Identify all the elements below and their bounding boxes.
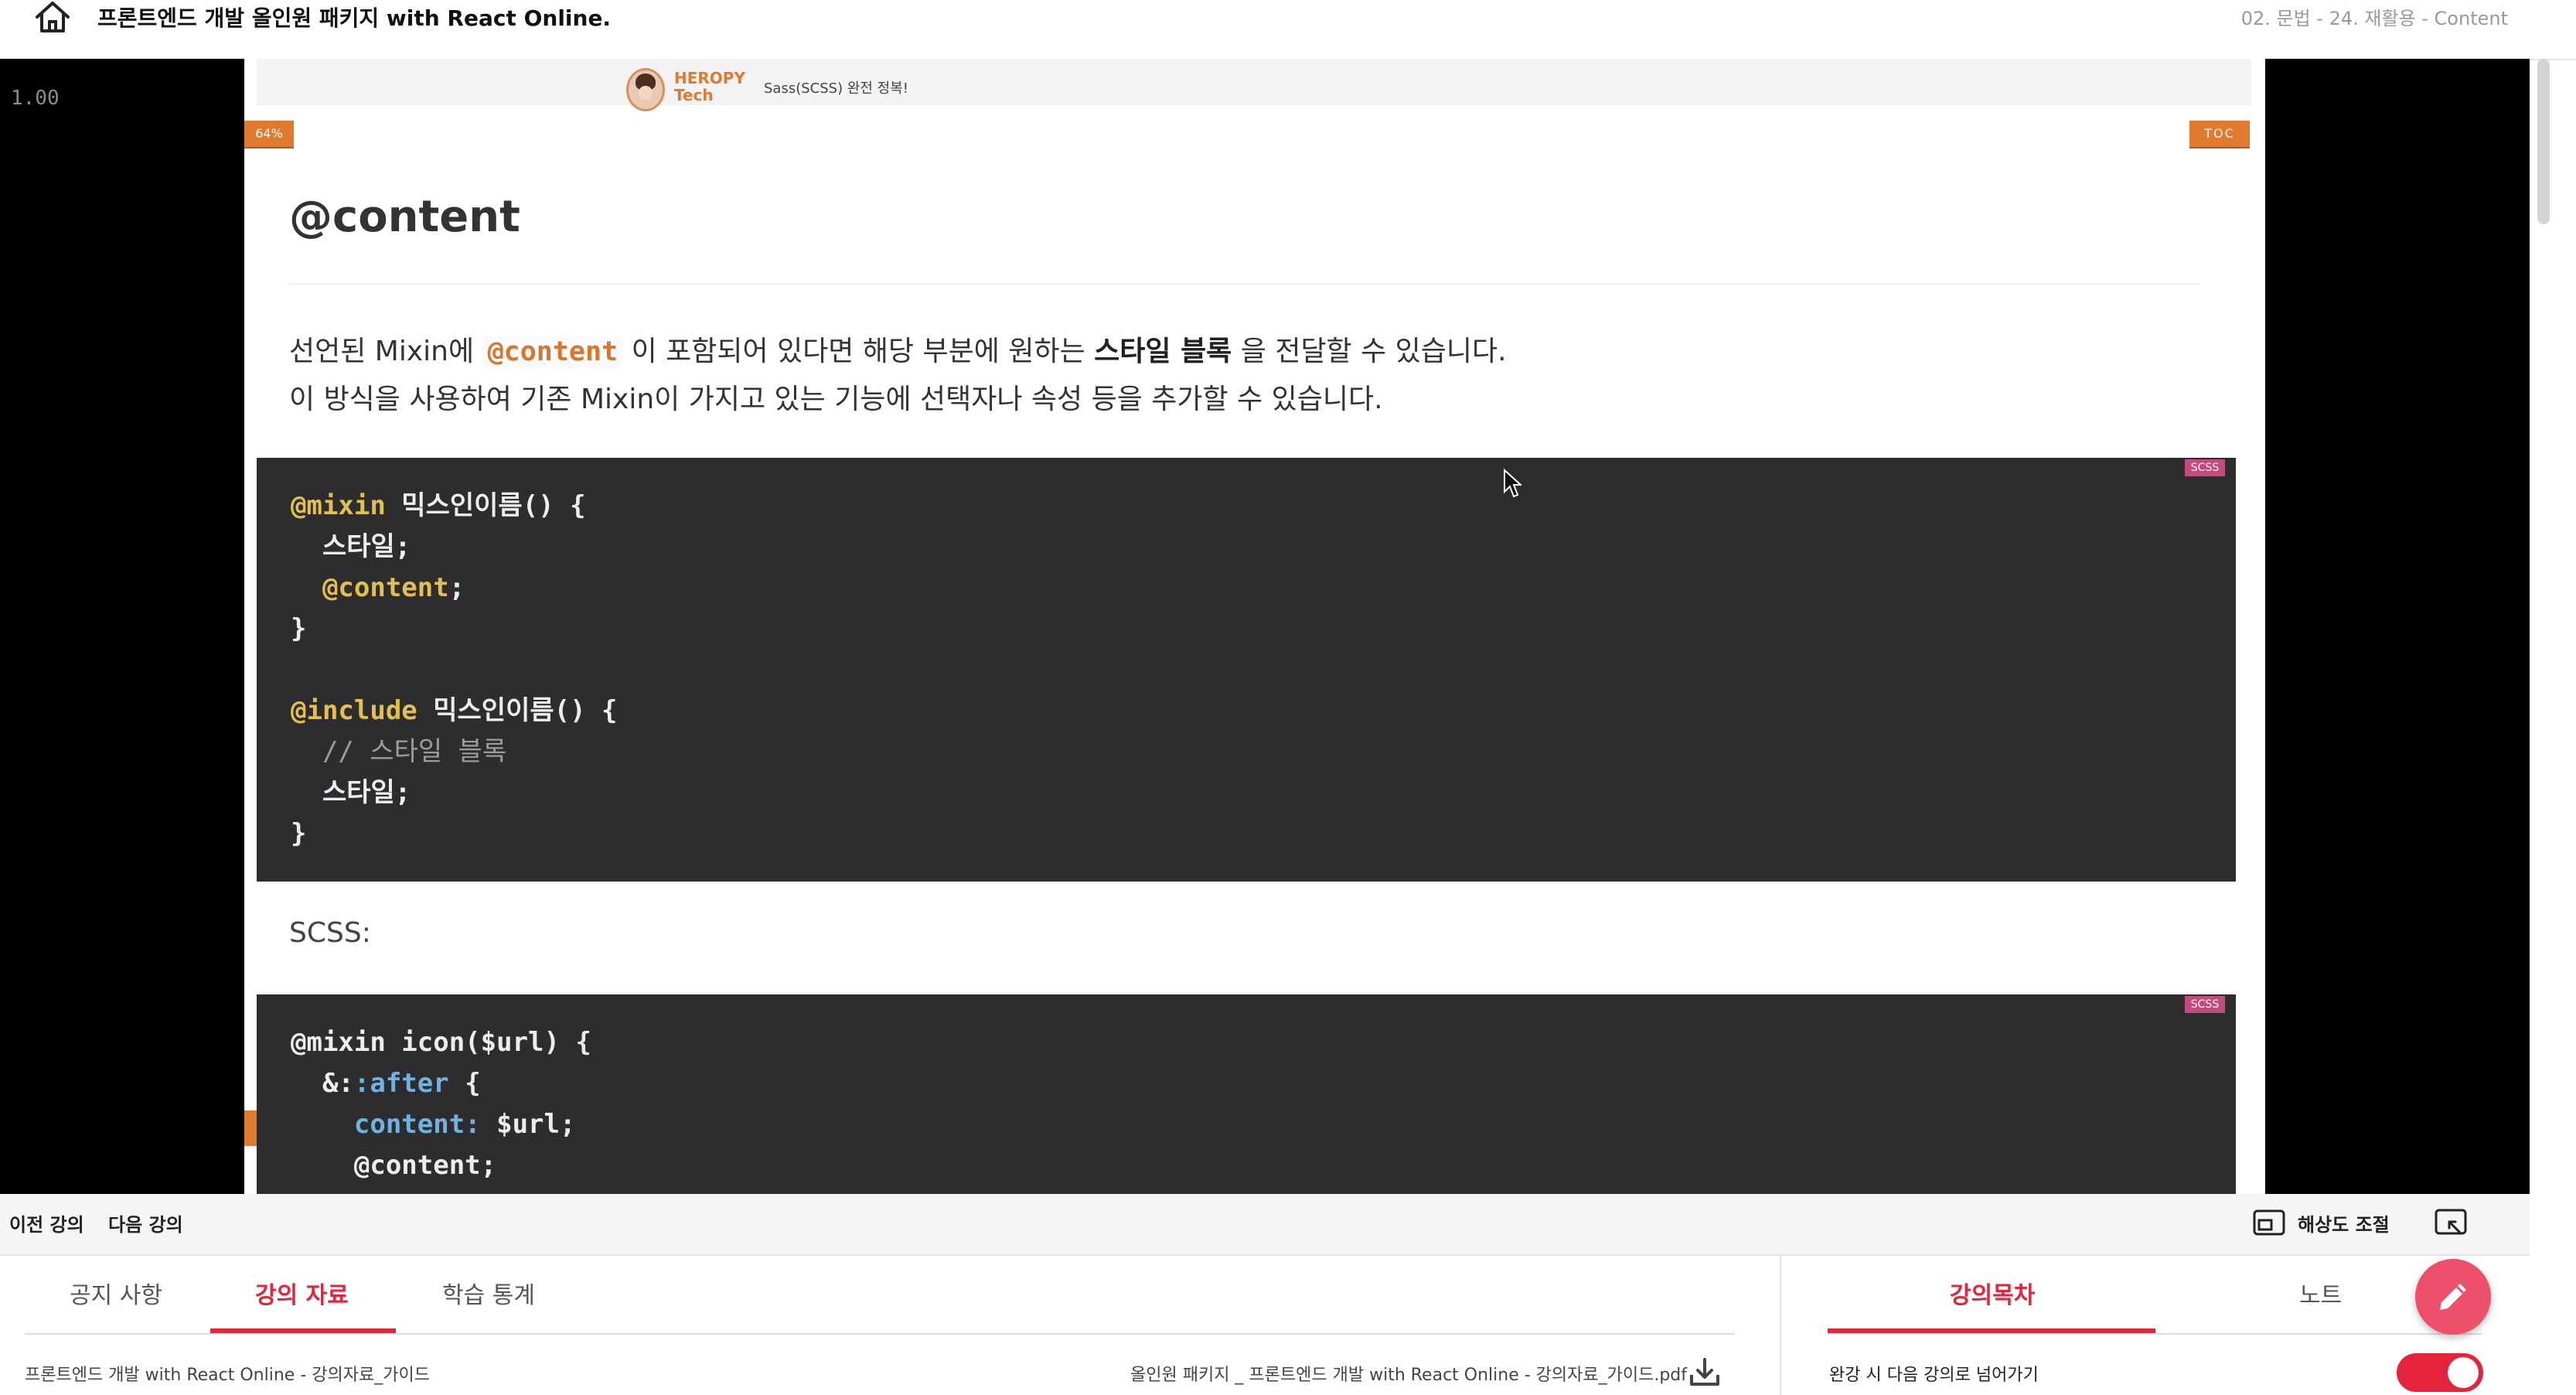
toggle-knob: [2448, 1357, 2479, 1388]
slide-paragraph: 선언된 Mixin에 @content 이 포함되어 있다면 해당 부분에 원하…: [289, 328, 1507, 424]
next-lecture-button[interactable]: 다음 강의: [108, 1209, 183, 1236]
code-token: @include: [291, 695, 417, 726]
progress-badge: 64%: [244, 121, 294, 147]
para-text: 이 포함되어 있다면 해당 부분에 원하는: [622, 336, 1095, 367]
code-token: 스타일;: [291, 531, 411, 562]
code-comment: // 스타일 블록: [291, 736, 507, 767]
code-lang-badge: SCSS: [2185, 459, 2225, 476]
lecture-slide: HEROPY Tech Sass(SCSS) 완전 정복! 64% TOC @c…: [244, 59, 2265, 1194]
heading-divider: [289, 283, 2200, 285]
code-token: @mixin icon($url) {: [291, 1027, 591, 1058]
paragraph-line-1: 선언된 Mixin에 @content 이 포함되어 있다면 해당 부분에 원하…: [289, 328, 1507, 376]
material-file-link[interactable]: 올인원 패키지 _ 프론트엔드 개발 with React Online - 강…: [1130, 1361, 1687, 1386]
course-title: 프론트엔드 개발 올인원 패키지 with React Online.: [97, 5, 612, 31]
brand-logo: HEROPY Tech: [674, 70, 745, 104]
home-icon[interactable]: [32, 0, 73, 34]
playback-speed[interactable]: 1.00: [11, 87, 60, 110]
code-token: &:: [291, 1068, 354, 1099]
right-tabs-divider: [1828, 1333, 2482, 1335]
code-token: 믹스인이름() {: [417, 695, 618, 726]
code-token: :after: [353, 1068, 449, 1099]
code-token: 믹스인이름() {: [385, 490, 586, 521]
video-player[interactable]: 1.00 HEROPY Tech Sass(SCSS) 완전 정복! 64% T…: [0, 59, 2530, 1194]
write-note-button[interactable]: [2415, 1259, 2491, 1335]
brand-name: HEROPY: [674, 69, 745, 87]
tab-statistics[interactable]: 학습 통계: [442, 1276, 535, 1310]
top-header: 프론트엔드 개발 올인원 패키지 with React Online. 02. …: [0, 0, 2576, 60]
banner-title: Sass(SCSS) 완전 정복!: [764, 80, 909, 97]
tab-notice[interactable]: 공지 사항: [70, 1276, 162, 1310]
fullscreen-icon[interactable]: [2434, 1208, 2468, 1237]
brand-sub: Tech: [674, 86, 714, 104]
para-text: 선언된 Mixin에: [289, 336, 483, 367]
code-token: content:: [291, 1109, 481, 1140]
code-token: @mixin: [291, 490, 386, 521]
tab-materials[interactable]: 강의 자료: [255, 1276, 349, 1310]
code-token: 스타일;: [291, 777, 411, 808]
page-scrollbar[interactable]: [2537, 59, 2550, 224]
pip-icon[interactable]: [2253, 1209, 2285, 1236]
slide-heading: @content: [289, 192, 520, 242]
code-content: @mixin 믹스인이름() { 스타일; @content; } @inclu…: [291, 486, 618, 854]
code-content: @mixin icon($url) { &::after { content: …: [291, 1022, 591, 1186]
tab-notes[interactable]: 노트: [2299, 1276, 2342, 1310]
toc-button: TOC: [2189, 121, 2250, 147]
code-block-1: SCSS @mixin 믹스인이름() { 스타일; @content; } @…: [257, 458, 2236, 882]
download-icon[interactable]: [1688, 1356, 1721, 1387]
curriculum-panel: 강의목차 노트 완강 시 다음 강의로 넘어가기: [1780, 1256, 2531, 1395]
code-block-2: SCSS @mixin icon($url) { &::after { cont…: [257, 994, 2236, 1194]
code-token: @content: [291, 572, 449, 603]
resolution-button[interactable]: 해상도 조절: [2298, 1209, 2390, 1236]
scss-label: SCSS:: [289, 917, 371, 949]
code-token: {: [448, 1068, 481, 1099]
slide-banner: HEROPY Tech Sass(SCSS) 완전 정복!: [257, 59, 2251, 111]
code-token: ;: [448, 572, 465, 603]
author-avatar: [626, 68, 665, 111]
tab-curriculum[interactable]: 강의목차: [1950, 1276, 2035, 1310]
code-token: @content;: [291, 1150, 497, 1181]
side-tab: [244, 1110, 257, 1146]
para-bold: 스타일 블록: [1094, 336, 1232, 367]
lecture-info-panel: 공지 사항 강의 자료 학습 통계 프론트엔드 개발 with React On…: [0, 1256, 2530, 1395]
autoplay-toggle[interactable]: [2397, 1353, 2483, 1392]
mouse-cursor-icon: [1504, 469, 1521, 498]
para-text: 을 전달할 수 있습니다.: [1232, 336, 1507, 367]
prev-lecture-button[interactable]: 이전 강의: [9, 1209, 84, 1236]
autoplay-label: 완강 시 다음 강의로 넘어가기: [1829, 1366, 2039, 1385]
tabs-divider: [25, 1333, 1735, 1335]
paragraph-line-2: 이 방식을 사용하여 기존 Mixin이 가지고 있는 기능에 선택자나 속성 …: [289, 384, 1383, 415]
player-controls: 이전 강의 다음 강의 해상도 조절: [0, 1194, 2530, 1256]
code-token: }: [291, 818, 307, 849]
material-title: 프론트엔드 개발 with React Online - 강의자료_가이드: [25, 1366, 430, 1385]
inline-code: @content: [482, 336, 623, 367]
lecture-breadcrumb: 02. 문법 - 24. 재활용 - Content: [2240, 8, 2508, 29]
code-token: $url;: [480, 1109, 576, 1140]
code-lang-badge: SCSS: [2185, 996, 2225, 1013]
code-token: }: [291, 613, 307, 644]
pencil-icon: [2440, 1284, 2466, 1310]
